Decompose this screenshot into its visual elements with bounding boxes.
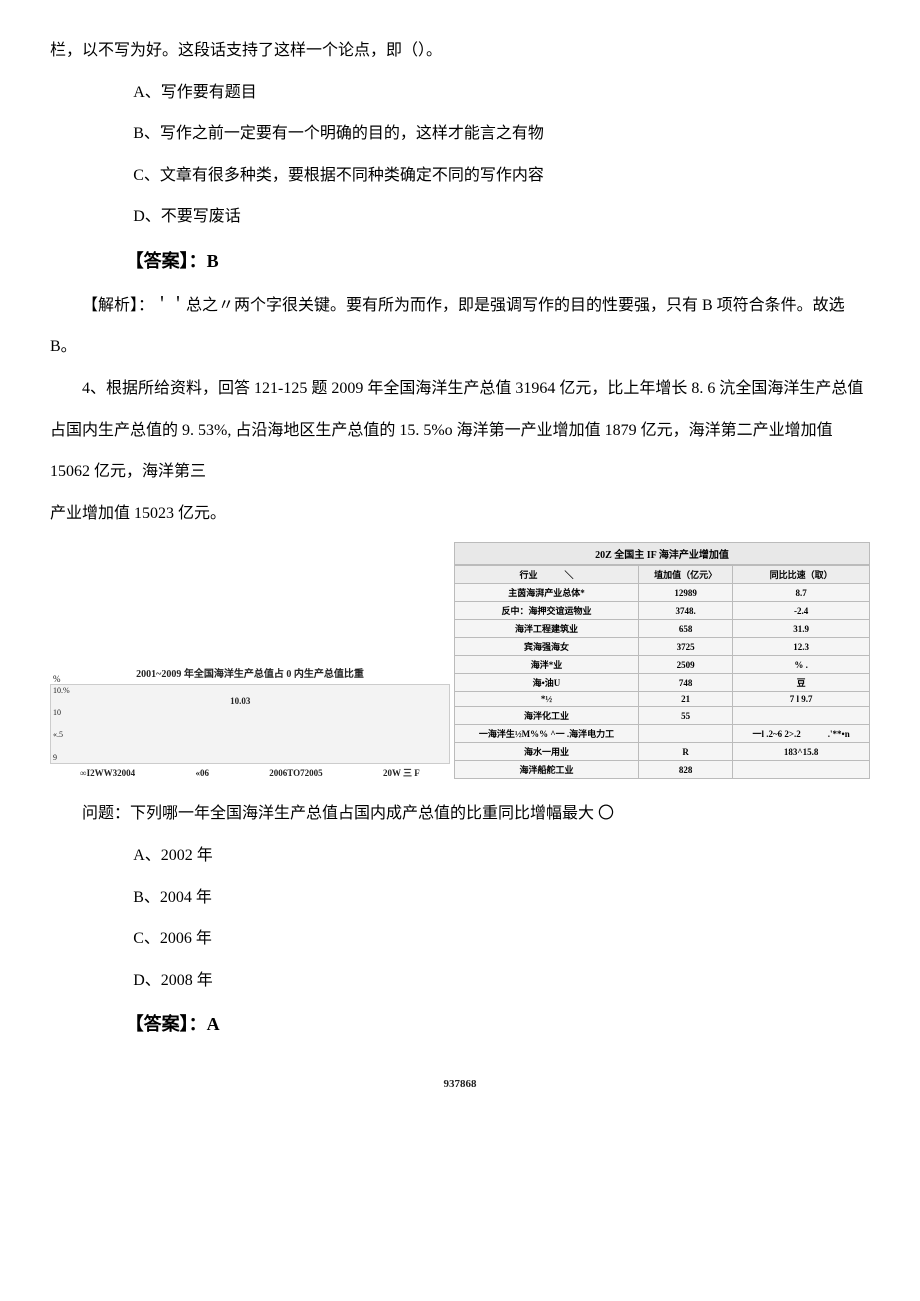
chart-y-axis: 10.% 10 «.5 9 (53, 685, 70, 763)
table-cell: 21 (638, 692, 732, 707)
table-row: 一海泮生½M%% ^一 .海泮电力工 一l .2~6 2>.2 .'**•n (455, 725, 870, 743)
intro-fragment: 栏，以不写为好。这段话支持了这样一个论点，即（）。 (50, 30, 870, 72)
table-cell: R (638, 743, 732, 761)
table-row: 宾海强海女372512.3 (455, 638, 870, 656)
table-body: 主茵海湃产业总体*129898.7反中：海押交谊运物业3748.-2.4海泮工程… (455, 584, 870, 779)
figure-area: 2001~2009 年全国海洋生产总值占 0 内生产总值比重 10.% 10 «… (50, 542, 870, 779)
table-row: 海泮化工业55 (455, 707, 870, 725)
table-row: 反中：海押交谊运物业3748.-2.4 (455, 602, 870, 620)
table-row: *½217 l 9.7 (455, 692, 870, 707)
table-cell: 8.7 (733, 584, 870, 602)
x-label: 2006TO72005 (269, 767, 322, 780)
table-cell: 反中：海押交谊运物业 (455, 602, 639, 620)
q3-analysis: 【解析】：＇＇总之〃两个字很关键。要有所为而作，即是强调写作的目的性要强，只有 … (50, 285, 870, 368)
table-cell: 12989 (638, 584, 732, 602)
table-row: 海泮船舵工业828 (455, 761, 870, 779)
table-cell: 828 (638, 761, 732, 779)
q3-option-a: A、写作要有题目 (50, 72, 870, 114)
table-cell: 3725 (638, 638, 732, 656)
q4-stem-line2: 产业增加值 15023 亿元。 (50, 493, 870, 535)
table-cell: 183^15.8 (733, 743, 870, 761)
table-cell: 一l .2~6 2>.2 .'**•n (733, 725, 870, 743)
q4-option-a: A、2002 年 (50, 835, 870, 877)
table-cell: 海泮*业 (455, 656, 639, 674)
q3-option-b: B、写作之前一定要有一个明确的目的，这样才能言之有物 (50, 113, 870, 155)
table-row: 海水一用业R183^15.8 (455, 743, 870, 761)
table-header-row: 行业 ＼ 埴加值（亿元〉 同比比速（取） (455, 566, 870, 584)
table-row: 海泮工程建筑业65831.9 (455, 620, 870, 638)
q4-answer: 【答案】：A (50, 1001, 870, 1048)
chart-title: 2001~2009 年全国海洋生产总值占 0 内生产总值比重 (50, 666, 450, 684)
th-industry: 行业 ＼ (455, 566, 639, 584)
table-cell: 海•油U (455, 674, 639, 692)
table-cell: 海泮工程建筑业 (455, 620, 639, 638)
table-cell: % . (733, 656, 870, 674)
table-row: 海•油U748豆 (455, 674, 870, 692)
table-cell (638, 725, 732, 743)
q4-option-c: C、2006 年 (50, 918, 870, 960)
page-number: 937868 (50, 1078, 870, 1090)
table-cell: -2.4 (733, 602, 870, 620)
table-cell: 658 (638, 620, 732, 638)
q4-question: 问题：下列哪一年全国海洋生产总值占国内成产总值的比重同比增幅最大 〇 (50, 793, 870, 835)
table-cell: 一海泮生½M%% ^一 .海泮电力工 (455, 725, 639, 743)
q4-option-b: B、2004 年 (50, 877, 870, 919)
table-cell: 海泮船舵工业 (455, 761, 639, 779)
y-tick: 10 (53, 707, 70, 718)
chart-y-unit: % (53, 673, 61, 686)
x-label: «06 (195, 767, 209, 780)
table-cell: 主茵海湃产业总体* (455, 584, 639, 602)
table-caption: 20Z 全国主 IF 海沣产业增加值 (454, 542, 870, 565)
chart-x-axis: ∞I2WW32004 «06 2006TO72005 20W 三 F (50, 764, 450, 780)
table-cell: 3748. (638, 602, 732, 620)
y-tick: «.5 (53, 729, 70, 740)
q3-option-d: D、不要写废话 (50, 196, 870, 238)
table-cell: 55 (638, 707, 732, 725)
table-cell: 7 l 9.7 (733, 692, 870, 707)
table-cell: 宾海强海女 (455, 638, 639, 656)
q3-answer: 【答案】：B (50, 238, 870, 285)
page-container: 栏，以不写为好。这段话支持了这样一个论点，即（）。 A、写作要有题目 B、写作之… (0, 0, 920, 1120)
y-tick: 9 (53, 752, 70, 763)
q3-option-c: C、文章有很多种类，要根据不同种类确定不同的写作内容 (50, 155, 870, 197)
table-cell: 31.9 (733, 620, 870, 638)
x-label: 20W 三 F (383, 767, 420, 780)
q4-stem-line1: 4、根据所给资料，回答 121-125 题 2009 年全国海洋生产总值 319… (50, 368, 870, 493)
table-cell: 748 (638, 674, 732, 692)
th-value: 埴加值（亿元〉 (638, 566, 732, 584)
table-cell (733, 761, 870, 779)
table-cell: 海水一用业 (455, 743, 639, 761)
chart-block: 2001~2009 年全国海洋生产总值占 0 内生产总值比重 10.% 10 «… (50, 666, 450, 780)
q4-option-d: D、2008 年 (50, 960, 870, 1002)
table-row: 海泮*业2509% . (455, 656, 870, 674)
chart-body: 10.% 10 «.5 9 10.03 % (50, 684, 450, 764)
y-tick: 10.% (53, 685, 70, 696)
table-cell: 2509 (638, 656, 732, 674)
table-cell: *½ (455, 692, 639, 707)
chart-bar-label: 10.03 (230, 695, 250, 708)
table-row: 主茵海湃产业总体*129898.7 (455, 584, 870, 602)
table-block: 20Z 全国主 IF 海沣产业增加值 行业 ＼ 埴加值（亿元〉 同比比速（取） … (454, 542, 870, 779)
x-label: ∞I2WW32004 (80, 767, 135, 780)
table-cell: 豆 (733, 674, 870, 692)
table-cell: 12.3 (733, 638, 870, 656)
data-table: 20Z 全国主 IF 海沣产业增加值 行业 ＼ 埴加值（亿元〉 同比比速（取） … (454, 542, 870, 779)
table-cell: 海泮化工业 (455, 707, 639, 725)
table-cell (733, 707, 870, 725)
th-rate: 同比比速（取） (733, 566, 870, 584)
